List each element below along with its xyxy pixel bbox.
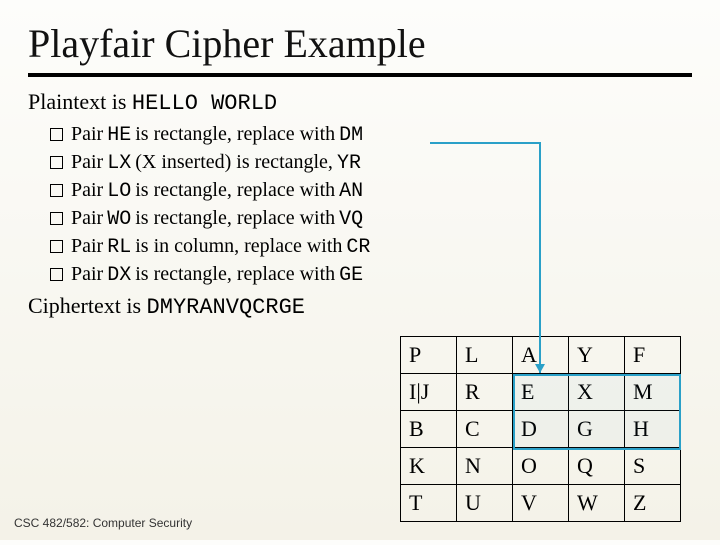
bullet-prefix: Pair — [71, 205, 103, 232]
ciphertext-line: Ciphertext is DMYRANVQCRGE — [28, 291, 692, 323]
table-cell: B — [401, 411, 457, 448]
table-row: T U V W Z — [401, 485, 681, 522]
bullet-rest: is rectangle, replace with — [135, 261, 335, 288]
table-cell: R — [457, 374, 513, 411]
highlight-rectangle — [513, 374, 681, 450]
bullet-pair: HE — [107, 122, 131, 149]
table-row: P L A Y F — [401, 337, 681, 374]
plaintext-value: HELLO WORLD — [132, 91, 277, 116]
table-cell: Q — [569, 448, 625, 485]
bullet-item: Pair HE is rectangle, replace with DM — [50, 121, 692, 149]
table-cell: A — [513, 337, 569, 374]
bullet-box-icon — [50, 268, 63, 281]
plaintext-label: Plaintext is — [28, 89, 132, 114]
bullet-sub: VQ — [339, 206, 363, 233]
table-cell: W — [569, 485, 625, 522]
table-cell: Y — [569, 337, 625, 374]
bullet-box-icon — [50, 156, 63, 169]
bullet-item: Pair WO is rectangle, replace with VQ — [50, 205, 692, 233]
bullet-prefix: Pair — [71, 233, 103, 260]
table-cell: Z — [625, 485, 681, 522]
bullet-item: Pair RL is in column, replace with CR — [50, 233, 692, 261]
table-cell: F — [625, 337, 681, 374]
playfair-table-wrap: P L A Y F I|J R E X M B C D G H K N O Q … — [400, 336, 681, 522]
bullet-rest: is rectangle, replace with — [135, 205, 335, 232]
bullet-pair: LX — [107, 150, 131, 177]
bullet-box-icon — [50, 128, 63, 141]
bullet-sub: DM — [339, 122, 363, 149]
bullet-sub: AN — [339, 178, 363, 205]
table-cell: U — [457, 485, 513, 522]
table-cell: V — [513, 485, 569, 522]
bullet-prefix: Pair — [71, 121, 103, 148]
bullet-pair: LO — [107, 178, 131, 205]
bullet-list: Pair HE is rectangle, replace with DM Pa… — [28, 121, 692, 289]
bullet-pair: DX — [107, 262, 131, 289]
bullet-item: Pair DX is rectangle, replace with GE — [50, 261, 692, 289]
table-cell: N — [457, 448, 513, 485]
bullet-rest: is rectangle, replace with — [135, 177, 335, 204]
footer-text: CSC 482/582: Computer Security — [14, 516, 192, 530]
bullet-sub: YR — [337, 150, 361, 177]
table-cell: P — [401, 337, 457, 374]
bullet-box-icon — [50, 212, 63, 225]
bullet-box-icon — [50, 184, 63, 197]
ciphertext-label: Ciphertext is — [28, 293, 147, 318]
table-cell: S — [625, 448, 681, 485]
table-cell: I|J — [401, 374, 457, 411]
bullet-sub: CR — [346, 234, 370, 261]
slide-title: Playfair Cipher Example — [0, 0, 720, 71]
table-row: K N O Q S — [401, 448, 681, 485]
table-cell: C — [457, 411, 513, 448]
bullet-rest: is in column, replace with — [135, 233, 342, 260]
plaintext-line: Plaintext is HELLO WORLD — [28, 87, 692, 119]
bullet-item: Pair LX (X inserted) is rectangle, YR — [50, 149, 692, 177]
bullet-pair: RL — [107, 234, 131, 261]
table-cell: O — [513, 448, 569, 485]
bullet-rest: (X inserted) is rectangle, — [135, 149, 333, 176]
ciphertext-value: DMYRANVQCRGE — [147, 295, 305, 320]
bullet-prefix: Pair — [71, 177, 103, 204]
bullet-prefix: Pair — [71, 149, 103, 176]
bullet-box-icon — [50, 240, 63, 253]
bullet-item: Pair LO is rectangle, replace with AN — [50, 177, 692, 205]
bullet-prefix: Pair — [71, 261, 103, 288]
bullet-sub: GE — [339, 262, 363, 289]
table-cell: T — [401, 485, 457, 522]
title-underline — [28, 73, 692, 77]
table-cell: L — [457, 337, 513, 374]
bullet-pair: WO — [107, 206, 131, 233]
bullet-rest: is rectangle, replace with — [135, 121, 335, 148]
table-cell: K — [401, 448, 457, 485]
